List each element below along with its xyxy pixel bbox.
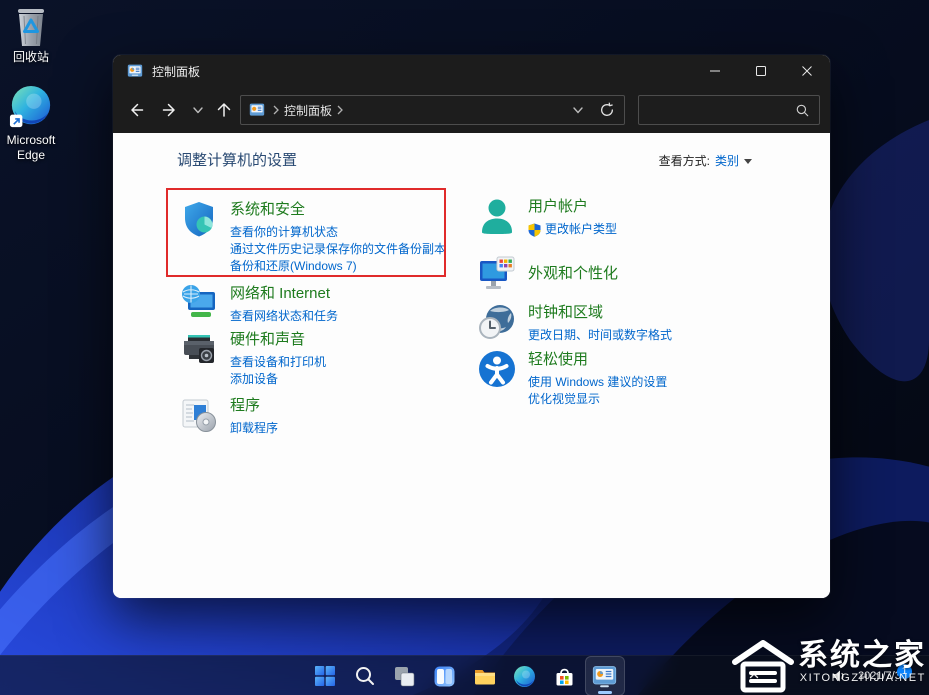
category-link[interactable]: 卸载程序 — [230, 420, 278, 437]
view-by-control: 查看方式: 类别 — [659, 152, 752, 169]
category-title[interactable]: 轻松使用 — [528, 350, 667, 369]
personalization-icon — [478, 255, 516, 293]
category-link-uac[interactable]: 更改帐户类型 — [528, 221, 617, 238]
edge-icon — [514, 665, 535, 687]
category-link[interactable]: 通过文件历史记录保存你的文件备份副本 — [230, 241, 446, 258]
refresh-icon[interactable] — [599, 102, 615, 118]
file-explorer-button[interactable] — [465, 656, 505, 695]
taskbar: 2021/7/3 1 — [0, 655, 929, 695]
programs-icon — [180, 396, 218, 434]
breadcrumb-control-panel[interactable]: 控制面板 — [284, 102, 332, 119]
clock-region-icon — [478, 303, 516, 341]
page-title: 调整计算机的设置 — [177, 152, 298, 169]
shield-icon — [180, 200, 218, 238]
uac-shield-icon — [528, 223, 541, 237]
maximize-button[interactable] — [738, 55, 784, 87]
desktop-icon-label: Microsoft Edge — [6, 133, 56, 162]
category-link[interactable]: 查看网络状态和任务 — [230, 308, 338, 325]
widgets-button[interactable] — [425, 656, 465, 695]
task-view-button[interactable] — [385, 656, 425, 695]
up-button[interactable] — [209, 95, 239, 125]
start-button[interactable] — [305, 656, 345, 695]
forward-button[interactable] — [155, 95, 185, 125]
edge-icon — [9, 85, 53, 130]
desktop-icon-edge[interactable]: Microsoft Edge — [0, 85, 62, 163]
notification-badge[interactable]: 1 — [897, 664, 912, 679]
window-title: 控制面板 — [152, 64, 201, 79]
file-explorer-icon — [474, 670, 495, 685]
category-title[interactable]: 系统和安全 — [230, 200, 446, 219]
navigation-bar: 控制面板 — [113, 87, 830, 133]
breadcrumb-chevron-icon — [273, 105, 279, 115]
category-link[interactable]: 更改日期、时间或数字格式 — [528, 327, 672, 344]
desktop: 回收站 Microsoft Edge 控制面板 控制面板 调整计算机的设置 查看… — [0, 0, 929, 695]
address-bar[interactable]: 控制面板 — [240, 95, 625, 125]
recycle-bin-icon — [9, 5, 53, 47]
control-panel-icon — [592, 665, 617, 687]
tray-show-hidden-icons[interactable] — [742, 656, 766, 695]
search-input[interactable] — [639, 103, 795, 117]
control-panel-content: 调整计算机的设置 查看方式: 类别 系统和安全 查看你的计算机状态 通过文件历史… — [113, 133, 830, 598]
breadcrumb-chevron-icon — [337, 105, 343, 115]
category-ease-of-access[interactable]: 轻松使用 使用 Windows 建议的设置 优化视觉显示 — [478, 350, 778, 408]
control-panel-icon — [127, 64, 143, 77]
task-view-icon — [395, 666, 415, 686]
desktop-icon-label: 回收站 — [12, 50, 49, 64]
category-clock-region[interactable]: 时钟和区域 更改日期、时间或数字格式 — [478, 303, 778, 344]
category-user-accounts[interactable]: 用户帐户 更改帐户类型 — [478, 197, 778, 238]
user-accounts-icon — [478, 197, 516, 235]
category-link[interactable]: 查看你的计算机状态 — [230, 224, 446, 241]
category-hardware-sound[interactable]: 硬件和声音 查看设备和打印机 添加设备 — [180, 330, 480, 388]
view-by-value-link[interactable]: 类别 — [715, 152, 739, 169]
minimize-button[interactable] — [692, 55, 738, 87]
taskbar-edge-button[interactable] — [505, 656, 545, 695]
store-icon — [556, 668, 573, 685]
category-programs[interactable]: 程序 卸载程序 — [180, 396, 480, 437]
back-button[interactable] — [121, 95, 151, 125]
printer-icon — [180, 330, 218, 368]
control-panel-window: 控制面板 控制面板 调整计算机的设置 查看方式: 类别 系统和安全 查看你的计算… — [113, 55, 830, 598]
tray-volume-icon[interactable] — [831, 668, 847, 689]
widgets-icon — [434, 666, 455, 686]
category-title[interactable]: 程序 — [230, 396, 278, 415]
control-panel-icon — [249, 103, 265, 116]
windows-start-icon — [314, 666, 335, 686]
address-dropdown-chevron[interactable] — [571, 103, 585, 117]
chevron-down-icon[interactable] — [744, 159, 752, 164]
ease-of-access-icon — [478, 350, 516, 388]
category-title[interactable]: 网络和 Internet — [230, 284, 338, 303]
desktop-icon-recycle-bin[interactable]: 回收站 — [0, 5, 62, 65]
tray-date[interactable]: 2021/7/3 — [858, 670, 901, 682]
category-title[interactable]: 外观和个性化 — [528, 264, 618, 283]
category-title[interactable]: 硬件和声音 — [230, 330, 326, 349]
category-system-and-security[interactable]: 系统和安全 查看你的计算机状态 通过文件历史记录保存你的文件备份副本 备份和还原… — [180, 200, 480, 275]
chevron-up-icon — [749, 673, 759, 679]
taskbar-control-panel-button[interactable] — [584, 656, 625, 695]
category-link[interactable]: 备份和还原(Windows 7) — [230, 258, 446, 275]
search-icon — [796, 104, 809, 116]
category-link[interactable]: 优化视觉显示 — [528, 391, 667, 408]
search-box[interactable] — [638, 95, 820, 125]
close-button[interactable] — [784, 55, 830, 87]
category-link[interactable]: 查看设备和打印机 — [230, 354, 326, 371]
category-title[interactable]: 时钟和区域 — [528, 303, 672, 322]
titlebar[interactable]: 控制面板 — [113, 55, 830, 87]
taskbar-search-button[interactable] — [345, 656, 385, 695]
view-by-label: 查看方式: — [658, 154, 710, 168]
category-link[interactable]: 添加设备 — [230, 371, 326, 388]
category-title[interactable]: 用户帐户 — [528, 197, 617, 216]
network-icon — [180, 284, 218, 322]
search-icon — [355, 667, 374, 685]
microsoft-store-button[interactable] — [545, 656, 585, 695]
category-network-internet[interactable]: 网络和 Internet 查看网络状态和任务 — [180, 284, 480, 325]
category-appearance-personalization[interactable]: 外观和个性化 — [478, 255, 778, 293]
category-link[interactable]: 使用 Windows 建议的设置 — [528, 374, 667, 391]
